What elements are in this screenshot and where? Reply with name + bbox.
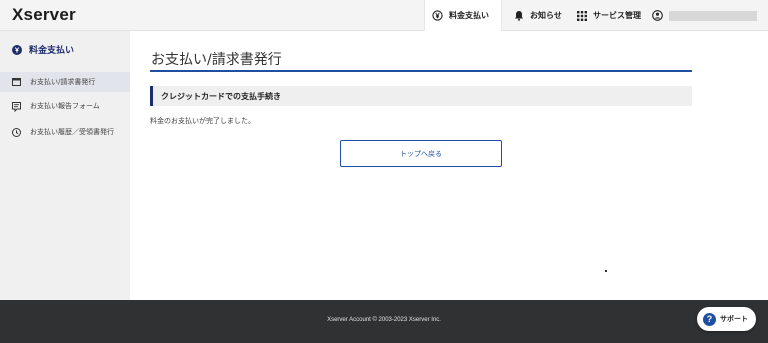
nav-service-label: サービス管理 (593, 11, 641, 20)
page-title: お支払い/請求書発行 (151, 52, 282, 68)
support-button[interactable]: ? サポート (697, 307, 756, 331)
section-title: クレジットカードでの支払手続き (161, 92, 281, 101)
nav-user-menu[interactable] (648, 0, 766, 31)
yen-circle-icon (432, 10, 443, 21)
sidebar-item-label: お支払い報告フォーム (30, 102, 100, 110)
nav-fee-label: 料金支払い (449, 11, 489, 20)
support-label: サポート (720, 315, 748, 323)
nav-fee-payment[interactable]: 料金支払い (424, 0, 502, 31)
section-header: クレジットカードでの支払手続き (150, 86, 692, 106)
nav-notice-label: お知らせ (530, 11, 562, 20)
sidebar-item-payment-invoice[interactable]: お支払い/請求書発行 (0, 72, 130, 92)
user-name-redacted (669, 10, 757, 21)
form-icon (12, 102, 22, 112)
sidebar-item-label: お支払い/請求書発行 (30, 78, 96, 86)
copyright-text: Xserver Account © 2003-2023 Xserver Inc. (327, 317, 441, 323)
sidebar-item-payment-history[interactable]: お支払い履歴／受領書発行 (0, 127, 130, 153)
xserver-logo[interactable]: Xserver (12, 5, 76, 25)
sidebar-item-label: お支払い履歴／受領書発行 (30, 128, 114, 136)
footer: Xserver Account © 2003-2023 Xserver Inc. (0, 300, 768, 343)
nav-service-management[interactable]: サービス管理 (573, 0, 645, 31)
bell-icon (514, 10, 524, 21)
top-header: Xserver 料金支払い お知らせ サービス管理 (0, 0, 768, 31)
yen-badge-icon (12, 44, 22, 55)
title-underline (150, 70, 692, 72)
history-icon (12, 128, 22, 137)
nav-notice[interactable]: お知らせ (510, 0, 568, 31)
completion-message: 料金のお支払いが完了しました。 (150, 117, 255, 125)
sidebar-heading-label: 料金支払い (29, 46, 75, 56)
sidebar-heading[interactable]: 料金支払い (12, 43, 74, 56)
grid-icon (577, 10, 587, 21)
help-icon: ? (703, 312, 716, 326)
receipt-icon (12, 78, 22, 86)
sidebar: 料金支払い お支払い/請求書発行 お支払い報告フォーム お支払い履歴／受領書発行 (0, 31, 130, 300)
user-icon (652, 10, 663, 21)
stray-dot (605, 270, 607, 272)
back-to-top-button[interactable]: トップへ戻る (340, 140, 502, 167)
sidebar-item-payment-report[interactable]: お支払い報告フォーム (0, 101, 130, 119)
